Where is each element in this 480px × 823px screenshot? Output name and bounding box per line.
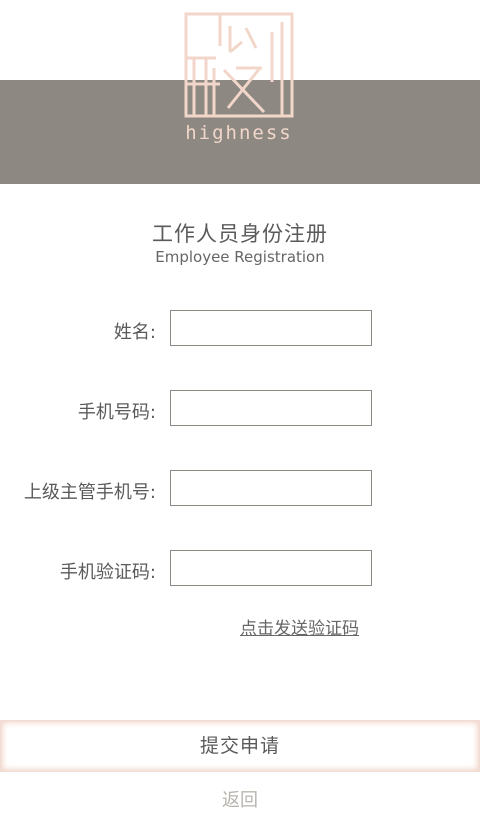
- page-title: 工作人员身份注册: [152, 222, 328, 246]
- phone-label: 手机号码:: [77, 402, 156, 423]
- supervisor-phone-input[interactable]: [170, 470, 372, 506]
- verification-code-row: 手机验证码:: [0, 550, 480, 588]
- name-row: 姓名:: [0, 310, 480, 348]
- name-label: 姓名:: [113, 322, 156, 343]
- back-link[interactable]: 返回: [0, 786, 480, 812]
- brand-wordmark: highness: [185, 122, 293, 144]
- submit-button[interactable]: 提交申请: [0, 720, 480, 772]
- phone-row: 手机号码:: [0, 390, 480, 428]
- name-input[interactable]: [170, 310, 372, 346]
- verification-code-input[interactable]: [170, 550, 372, 586]
- supervisor-phone-label: 上级主管手机号:: [23, 482, 156, 503]
- send-code-link[interactable]: 点击发送验证码: [240, 614, 359, 639]
- page-subtitle: Employee Registration: [155, 248, 325, 266]
- supervisor-phone-row: 上级主管手机号:: [0, 470, 480, 508]
- verification-code-label: 手机验证码:: [59, 562, 156, 583]
- phone-input[interactable]: [170, 390, 372, 426]
